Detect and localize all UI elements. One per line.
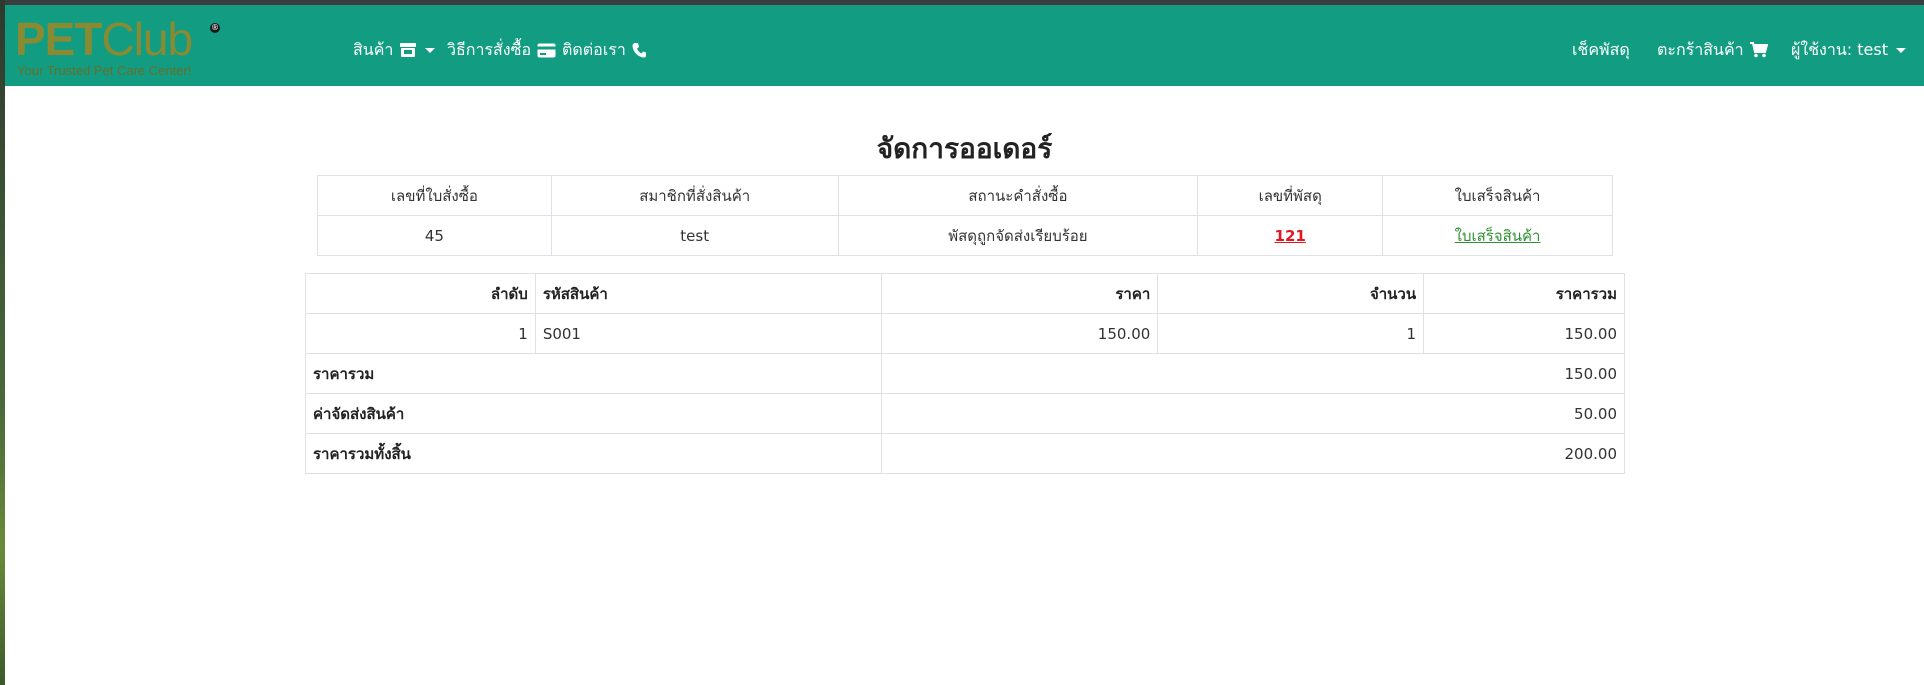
nav-track-parcel-label: เช็คพัสดุ xyxy=(1572,39,1630,59)
receipt-cell: ใบเสร็จสินค้า xyxy=(1382,215,1613,256)
total-cell: 150.00 xyxy=(1423,313,1625,354)
status-header: สถานะคำสั่งซื้อ xyxy=(837,175,1199,216)
member-cell: test xyxy=(550,215,839,256)
nav-how-to-order[interactable]: วิธีการสั่งซื้อ xyxy=(447,38,556,62)
order-table-header-row: เลขที่ใบสั่งซื้อ สมาชิกที่สั่งสินค้า สถา… xyxy=(317,175,1613,216)
logo-club: Club xyxy=(101,13,193,65)
nav-user-label: ผู้ใช้งาน: test xyxy=(1791,39,1888,59)
nav-how-to-order-label: วิธีการสั่งซื้อ xyxy=(447,39,532,59)
price-header: ราคา xyxy=(880,273,1159,314)
code-header: รหัสสินค้า xyxy=(534,273,882,314)
logo-wordmark: PETClub xyxy=(15,13,193,65)
qty-cell: 1 xyxy=(1157,313,1425,354)
order-table-row: 45 test พัสดุถูกจัดส่งเรียบร้อย 121 ใบเส… xyxy=(317,215,1613,256)
receipt-link[interactable]: ใบเสร็จสินค้า xyxy=(1455,227,1541,245)
total-header: ราคารวม xyxy=(1423,273,1625,314)
credit-card-icon xyxy=(537,43,556,58)
nav-contact[interactable]: ติดต่อเรา xyxy=(562,38,646,62)
subtotal-value: 150.00 xyxy=(880,353,1626,394)
shipping-label: ค่าจัดส่งสินค้า xyxy=(305,393,882,434)
index-header: ลำดับ xyxy=(305,273,536,314)
nav-contact-label: ติดต่อเรา xyxy=(562,39,626,59)
logo-pet: PET xyxy=(15,13,102,65)
order-no-cell: 45 xyxy=(317,215,552,256)
grand-total-row: ราคารวมทั้งสิ้น 200.00 xyxy=(305,433,1626,474)
price-cell: 150.00 xyxy=(880,313,1159,354)
order-no-header: เลขที่ใบสั่งซื้อ xyxy=(317,175,552,216)
nav-products-dropdown[interactable]: สินค้า xyxy=(353,38,436,62)
registered-mark-icon: ® xyxy=(210,23,220,33)
qty-header: จำนวน xyxy=(1157,273,1425,314)
nav-user-dropdown[interactable]: ผู้ใช้งาน: test xyxy=(1791,38,1906,62)
member-header: สมาชิกที่สั่งสินค้า xyxy=(550,175,839,216)
table-row: 1 S001 150.00 1 150.00 xyxy=(305,313,1625,354)
nav-cart[interactable]: ตะกร้าสินค้า xyxy=(1657,38,1768,62)
cart-icon xyxy=(1749,42,1768,58)
page: PETClub ® Your Trusted Pet Care Center! … xyxy=(5,5,1924,685)
subtotal-label: ราคารวม xyxy=(305,353,882,394)
shipping-value: 50.00 xyxy=(880,393,1626,434)
page-title: จัดการออเดอร์ xyxy=(876,132,1053,165)
phone-icon xyxy=(632,42,646,58)
items-table: ลำดับ รหัสสินค้า ราคา จำนวน ราคารวม 1 S0… xyxy=(305,273,1626,474)
receipt-header: ใบเสร็จสินค้า xyxy=(1382,175,1613,216)
order-table: เลขที่ใบสั่งซื้อ สมาชิกที่สั่งสินค้า สถา… xyxy=(317,175,1613,256)
index-cell: 1 xyxy=(305,313,536,354)
subtotal-row: ราคารวม 150.00 xyxy=(305,353,1626,394)
tracking-cell: 121 xyxy=(1197,215,1384,256)
logo-tagline: Your Trusted Pet Care Center! xyxy=(17,63,192,78)
logo[interactable]: PETClub ® Your Trusted Pet Care Center! xyxy=(15,15,225,81)
grand-total-value: 200.00 xyxy=(880,433,1626,474)
tracking-header: เลขที่พัสดุ xyxy=(1197,175,1384,216)
nav-products-label: สินค้า xyxy=(353,39,394,59)
shipping-row: ค่าจัดส่งสินค้า 50.00 xyxy=(305,393,1626,434)
chevron-down-icon xyxy=(425,47,436,53)
nav-cart-label: ตะกร้าสินค้า xyxy=(1657,39,1744,59)
grand-total-label: ราคารวมทั้งสิ้น xyxy=(305,433,882,474)
status-cell: พัสดุถูกจัดส่งเรียบร้อย xyxy=(837,215,1199,256)
store-icon xyxy=(399,42,417,58)
items-table-header-row: ลำดับ รหัสสินค้า ราคา จำนวน ราคารวม xyxy=(305,273,1625,314)
tracking-link[interactable]: 121 xyxy=(1275,227,1306,245)
chevron-down-icon xyxy=(1895,47,1906,53)
code-cell: S001 xyxy=(534,313,882,354)
nav-track-parcel[interactable]: เช็คพัสดุ xyxy=(1572,38,1630,62)
navbar: PETClub ® Your Trusted Pet Care Center! … xyxy=(5,5,1924,86)
